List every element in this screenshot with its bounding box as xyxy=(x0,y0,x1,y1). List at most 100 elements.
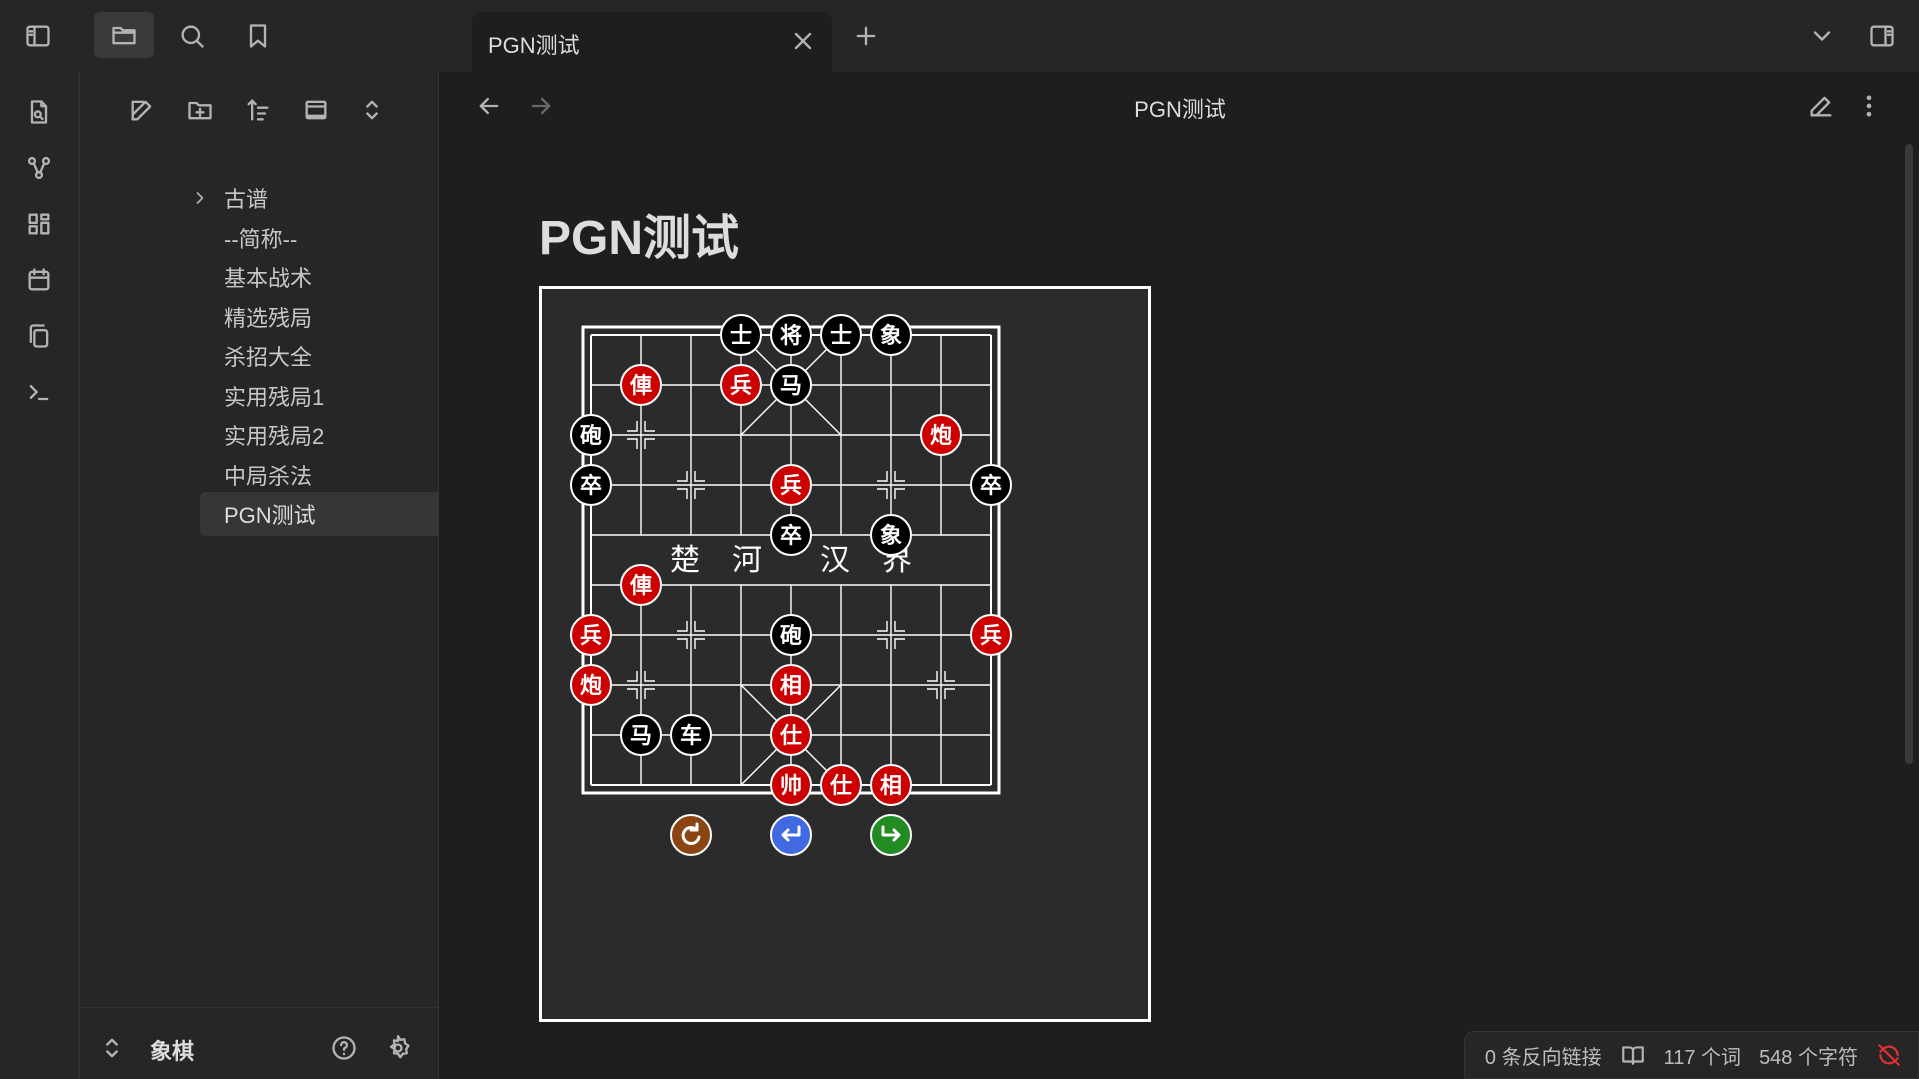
more-options-button[interactable] xyxy=(1851,86,1887,126)
file-search-icon xyxy=(30,100,48,124)
tree-item-label: PGN测试 xyxy=(224,503,316,528)
piece-label: 卒 xyxy=(780,523,802,549)
river-label: 河 xyxy=(732,543,762,578)
piece-label: 仕 xyxy=(829,774,852,799)
piece-label: 炮 xyxy=(580,673,602,699)
search-tab-button[interactable] xyxy=(168,14,216,58)
status-bar: 0 条反向链接 117 个词 548 个字符 xyxy=(1463,1031,1919,1079)
help-icon xyxy=(332,1036,356,1060)
view-header-title[interactable]: PGN测试 xyxy=(439,92,1919,124)
bookmark-icon xyxy=(249,24,267,48)
more-vertical-icon xyxy=(1866,95,1872,117)
piece-label: 仕 xyxy=(779,724,802,749)
collapse-all-button[interactable] xyxy=(352,90,392,130)
toggle-left-sidebar-button[interactable] xyxy=(14,14,62,58)
piece-label: 兵 xyxy=(730,374,752,399)
title-bar: PGN测试 xyxy=(0,0,1919,72)
piece-label: 士 xyxy=(830,324,852,349)
tab-list-button[interactable] xyxy=(1802,16,1842,56)
word-count: 117 个词 xyxy=(1663,1046,1742,1069)
piece-label: 马 xyxy=(780,374,802,399)
xiangqi-board: 楚河汉界士将士象俥兵马砲 炮卒兵卒卒 象俥兵砲兵炮 相马车仕帅仕相 xyxy=(570,314,1012,856)
new-tab-button[interactable] xyxy=(846,16,886,56)
note-title: PGN测试 xyxy=(539,212,740,265)
ribbon xyxy=(0,72,80,1079)
dashboard-icon xyxy=(28,213,50,235)
river-label: 汉 xyxy=(820,543,850,578)
open-graph-view-button[interactable] xyxy=(16,146,62,190)
river-label: 楚 xyxy=(670,543,700,578)
new-folder-button[interactable] xyxy=(180,90,220,130)
open-quick-switcher-button[interactable] xyxy=(16,90,62,134)
piece-label: 马 xyxy=(630,724,652,749)
chevron-right-icon xyxy=(196,192,204,204)
tree-item-label: 杀招大全 xyxy=(224,345,313,370)
tree-item-label: 基本战术 xyxy=(224,266,313,291)
piece-label: 相 xyxy=(780,674,802,699)
reset-button[interactable] xyxy=(670,814,712,856)
graph-icon xyxy=(27,156,51,180)
piece-label: 象 xyxy=(880,523,902,549)
new-note-button[interactable] xyxy=(122,90,162,130)
edit-mode-button[interactable] xyxy=(1801,86,1841,126)
close-icon xyxy=(794,32,812,50)
piece-label: 兵 xyxy=(780,474,802,499)
piece-label: 帅 xyxy=(780,774,802,799)
plus-icon xyxy=(856,26,876,46)
auto-reveal-button[interactable] xyxy=(296,90,336,130)
edit-icon xyxy=(131,100,152,121)
toggle-right-sidebar-button[interactable] xyxy=(1858,14,1906,58)
piece-label: 砲 xyxy=(780,623,802,649)
open-canvas-button[interactable] xyxy=(16,202,62,246)
tree-item-label: --简称-- xyxy=(224,226,298,252)
close-tab-button[interactable] xyxy=(786,24,820,58)
xiangqi-board-panel: 楚河汉界士将士象俥兵马砲炮卒兵卒卒象俥兵砲兵炮相马车仕帅仕相 xyxy=(539,286,1151,1022)
vault-name[interactable]: 象棋 xyxy=(150,1034,194,1066)
sort-button[interactable] xyxy=(238,90,278,130)
editor-pane: PGN测试 PGN测试 楚河汉界士将士象俥兵马砲炮卒兵卒卒象俥兵砲兵炮相马车仕帅… xyxy=(439,72,1919,1079)
open-command-palette-button[interactable] xyxy=(16,370,62,414)
folder-plus-icon xyxy=(188,101,212,120)
help-button[interactable] xyxy=(324,1028,364,1068)
file-explorer: 古谱 --简称-- 基本战术 精选残局 杀招大全 实用残局1 实用残局2 中局杀法 PGN测试 … xyxy=(80,72,496,1079)
divider xyxy=(80,1007,438,1008)
calendar-icon xyxy=(28,268,50,291)
search-icon xyxy=(181,25,204,48)
piece-label: 卒 xyxy=(580,473,602,499)
piece-label: 兵 xyxy=(580,624,602,649)
chevrons-up-down-icon xyxy=(106,1038,118,1058)
tab-pgn-test[interactable]: PGN测试 xyxy=(472,12,832,72)
chevron-down-icon xyxy=(1813,31,1831,41)
vault-switcher-button[interactable] xyxy=(94,1028,130,1068)
copy-icon xyxy=(29,324,49,348)
tab-title: PGN测试 xyxy=(488,33,580,58)
file-explorer-tab-button[interactable] xyxy=(94,12,154,58)
char-count: 548 个字符 xyxy=(1759,1046,1858,1069)
book-open-icon[interactable] xyxy=(1620,1042,1646,1068)
insert-template-button[interactable] xyxy=(16,314,62,358)
tree-item-label: 精选残局 xyxy=(224,305,313,331)
open-daily-note-button[interactable] xyxy=(16,258,62,302)
sidebar-left-icon xyxy=(26,25,50,47)
piece-label: 俥 xyxy=(629,373,652,399)
piece-label: 士 xyxy=(730,324,752,349)
piece-label: 炮 xyxy=(930,423,952,449)
piece-label: 车 xyxy=(680,723,702,749)
piece-label: 相 xyxy=(880,774,902,799)
settings-button[interactable] xyxy=(378,1028,418,1068)
piece-label: 砲 xyxy=(580,423,602,449)
backlinks-count[interactable]: 0 条反向链接 xyxy=(1485,1041,1602,1070)
piece-label: 将 xyxy=(780,323,802,349)
tree-item-label: 实用残局1 xyxy=(224,384,325,410)
tree-item-label: 实用残局2 xyxy=(224,424,325,449)
folder-icon xyxy=(112,26,136,45)
sync-off-icon[interactable] xyxy=(1876,1042,1902,1068)
piece-label: 象 xyxy=(880,323,902,349)
sidebar-right-icon xyxy=(1870,25,1894,47)
terminal-icon xyxy=(29,385,49,401)
bookmarks-tab-button[interactable] xyxy=(234,14,282,58)
scrollbar-thumb[interactable] xyxy=(1905,144,1913,764)
piece-label: 卒 xyxy=(980,473,1002,499)
pencil-icon xyxy=(1810,96,1832,117)
tree-item-label: 古谱 xyxy=(224,187,269,212)
